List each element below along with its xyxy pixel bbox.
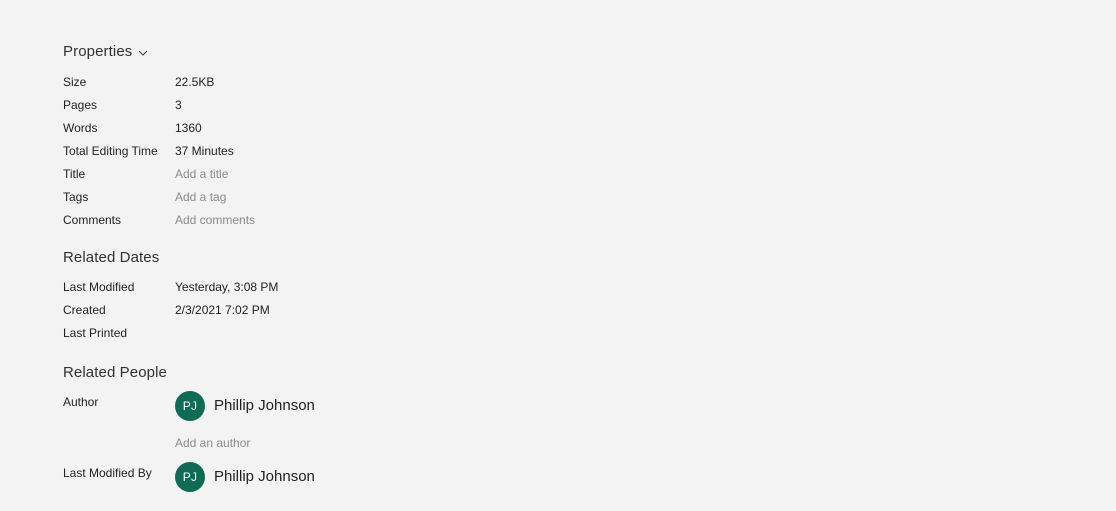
property-row-size: Size 22.5KB (63, 71, 295, 94)
property-label: Pages (63, 98, 98, 112)
property-label: Total Editing Time (63, 144, 158, 158)
properties-row-list: Size 22.5KB Pages 3 Words 1360 Total Edi… (63, 71, 295, 232)
related-dates-row-list: Last Modified Yesterday, 3:08 PM Created… (63, 276, 295, 345)
property-label: Words (63, 121, 98, 135)
property-value[interactable]: 22.5KB (175, 71, 295, 94)
property-label: Tags (63, 190, 89, 204)
property-label: Comments (63, 213, 122, 227)
avatar: PJ (175, 462, 205, 492)
property-row-pages: Pages 3 (63, 94, 295, 117)
property-row-words: Words 1360 (63, 117, 295, 140)
property-label: Title (63, 167, 86, 181)
avatar: PJ (175, 391, 205, 421)
date-label: Last Printed (63, 326, 128, 340)
add-author-row: Add an author (63, 434, 250, 452)
last-modified-by-block: Last Modified By PJ Phillip Johnson (63, 462, 315, 492)
date-row-last-modified: Last Modified Yesterday, 3:08 PM (63, 276, 295, 299)
document-properties-panel: Properties Size 22.5KB Pages 3 Words 136… (0, 0, 1116, 511)
tags-input[interactable]: Add a tag (175, 186, 295, 209)
property-row-comments: Comments Add comments (63, 209, 295, 232)
last-modified-by-name: Phillip Johnson (214, 468, 315, 485)
date-row-created: Created 2/3/2021 7:02 PM (63, 299, 295, 322)
author-label: Author (63, 395, 99, 409)
last-modified-by-label: Last Modified By (63, 466, 152, 480)
author-row: Author PJ Phillip Johnson (63, 391, 315, 421)
comments-input[interactable]: Add comments (175, 209, 295, 232)
author-block: Author PJ Phillip Johnson (63, 391, 315, 421)
author-person-card[interactable]: PJ Phillip Johnson (175, 391, 315, 421)
properties-heading: Properties (63, 43, 133, 60)
add-author-input[interactable]: Add an author (175, 434, 250, 452)
property-value[interactable]: 37 Minutes (175, 140, 295, 163)
properties-section-toggle[interactable]: Properties (63, 42, 148, 62)
last-modified-by-person-card[interactable]: PJ Phillip Johnson (175, 462, 315, 492)
property-row-total-editing-time: Total Editing Time 37 Minutes (63, 140, 295, 163)
property-value[interactable]: 1360 (175, 117, 295, 140)
property-label: Size (63, 75, 87, 89)
date-row-last-printed: Last Printed (63, 322, 295, 345)
property-row-tags: Tags Add a tag (63, 186, 295, 209)
author-name: Phillip Johnson (214, 397, 315, 414)
date-label: Last Modified (63, 280, 135, 294)
title-input[interactable]: Add a title (175, 163, 295, 186)
date-value: 2/3/2021 7:02 PM (175, 303, 270, 317)
property-value[interactable]: 3 (175, 94, 295, 117)
related-dates-heading: Related Dates (63, 249, 160, 266)
chevron-down-icon (138, 48, 148, 58)
date-value: Yesterday, 3:08 PM (175, 280, 279, 294)
related-people-heading: Related People (63, 364, 167, 381)
property-row-title: Title Add a title (63, 163, 295, 186)
last-modified-by-row: Last Modified By PJ Phillip Johnson (63, 462, 315, 492)
date-label: Created (63, 303, 106, 317)
add-author-spacer (63, 434, 175, 436)
add-author-block: Add an author (63, 434, 250, 452)
